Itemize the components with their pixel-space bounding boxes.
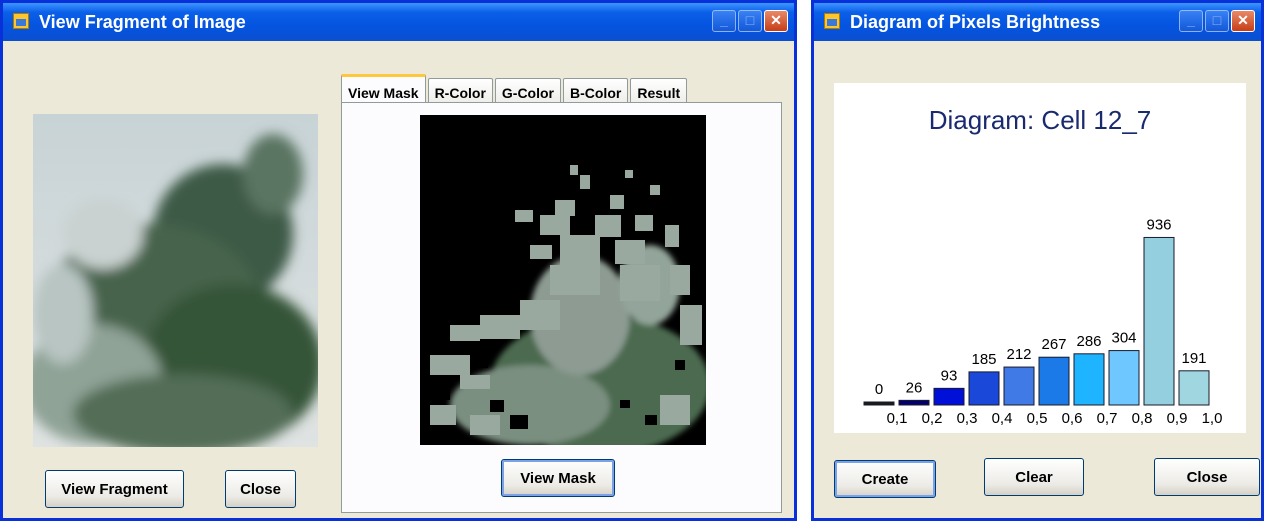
x-tick-label: 0,7	[1097, 410, 1118, 427]
bar-value-label: 93	[941, 367, 958, 384]
x-tick-label: 0,5	[1027, 410, 1048, 427]
x-tick-label: 0,9	[1167, 410, 1188, 427]
bar-value-label: 304	[1111, 330, 1136, 347]
bar-value-label: 286	[1076, 333, 1101, 350]
diagram-window: Diagram of Pixels Brightness _ □ ✕ Diagr…	[811, 0, 1264, 521]
caption-buttons: _ □ ✕	[1177, 10, 1255, 32]
tab-panel-view-mask: View Mask	[341, 102, 782, 513]
title-bar[interactable]: View Fragment of Image _ □ ✕	[3, 3, 794, 41]
close-button[interactable]: Close	[1154, 458, 1260, 496]
maximize-icon[interactable]: □	[738, 10, 762, 32]
caption-buttons: _ □ ✕	[710, 10, 788, 32]
bar-0	[863, 401, 895, 406]
bar-6	[1073, 353, 1105, 406]
bar-8	[1143, 236, 1175, 406]
x-tick-label: 1,0	[1202, 410, 1223, 427]
bar-value-label: 185	[971, 351, 996, 368]
minimize-icon[interactable]: _	[712, 10, 736, 32]
view-fragment-button[interactable]: View Fragment	[45, 470, 184, 508]
bar-5	[1038, 356, 1070, 406]
bar-value-label: 26	[906, 379, 923, 396]
view-fragment-window: View Fragment of Image _ □ ✕ View Fragme…	[0, 0, 797, 521]
fragment-image	[33, 114, 318, 447]
bar-4	[1003, 366, 1035, 406]
bar-value-label: 936	[1146, 216, 1171, 233]
window-title: Diagram of Pixels Brightness	[850, 12, 1101, 32]
bar-value-label: 212	[1006, 346, 1031, 363]
chart-svg: Diagram: Cell 12_7 00,1 26 0,2 93 0,3 185 0,4 2…	[863, 105, 1223, 427]
x-tick-label: 0,8	[1132, 410, 1153, 427]
bar-value-label: 0	[875, 381, 883, 398]
window-title: View Fragment of Image	[39, 12, 246, 32]
mask-image	[420, 115, 706, 445]
x-tick-label: 0,3	[957, 410, 978, 427]
x-tick-label: 0,4	[992, 410, 1013, 427]
view-mask-button[interactable]: View Mask	[501, 459, 615, 497]
x-tick-label: 0,2	[922, 410, 943, 427]
minimize-icon[interactable]: _	[1179, 10, 1203, 32]
bar-3	[968, 371, 1000, 406]
x-tick-label: 0,6	[1062, 410, 1083, 427]
app-icon	[13, 13, 29, 29]
close-button[interactable]: Close	[225, 470, 296, 508]
bar-value-label: 191	[1181, 350, 1206, 367]
clear-button[interactable]: Clear	[984, 458, 1084, 496]
x-tick-label: 0,1	[887, 410, 908, 427]
bar-2	[933, 387, 965, 406]
close-icon[interactable]: ✕	[764, 10, 788, 32]
bar-1	[898, 399, 930, 406]
bar-value-label: 267	[1041, 336, 1066, 353]
masked-tree-picture	[420, 115, 706, 445]
close-icon[interactable]: ✕	[1231, 10, 1255, 32]
create-button[interactable]: Create	[834, 460, 936, 498]
bar-7	[1108, 350, 1140, 406]
title-bar[interactable]: Diagram of Pixels Brightness _ □ ✕	[814, 3, 1261, 41]
app-icon	[824, 13, 840, 29]
chart-title: Diagram: Cell 12_7	[929, 105, 1152, 135]
brightness-chart: Diagram: Cell 12_7 0 0,1 26 0,2 93 0,3 185 0,4 2…	[834, 83, 1246, 433]
bar-9	[1178, 370, 1210, 406]
maximize-icon[interactable]: □	[1205, 10, 1229, 32]
tree-fragment-picture	[33, 114, 318, 447]
bars-group: 00,1 26 0,2 93 0,3 185 0,4 212 0,5 267 0,6 286 0,7 30…	[863, 216, 1223, 427]
